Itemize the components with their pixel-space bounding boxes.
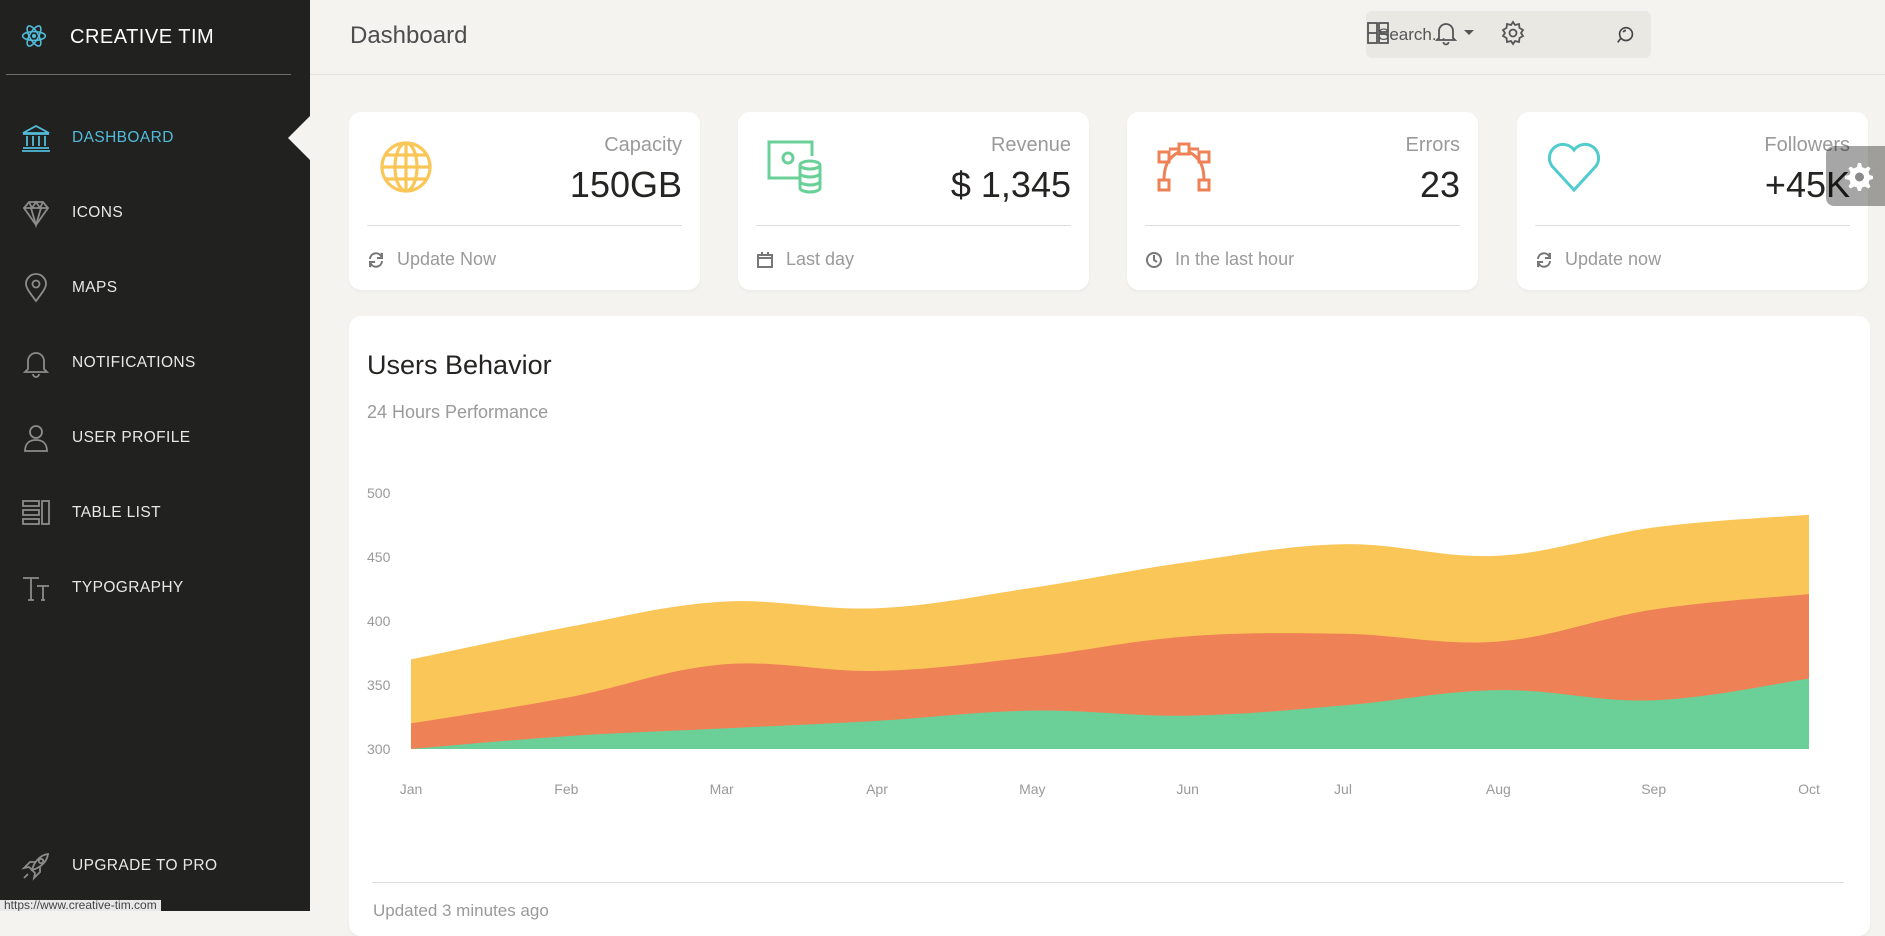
cog-icon [1845, 163, 1873, 191]
sidebar: CREATIVE TIM DASHBOARD ICONS MAPS NOTIFI… [0, 0, 310, 911]
stat-footer[interactable]: Update now [1535, 249, 1661, 270]
y-tick-label: 300 [367, 741, 391, 757]
x-tick-label: Jan [400, 781, 423, 797]
stat-divider [756, 225, 1071, 226]
sidebar-item-typography[interactable]: TYPOGRAPHY [0, 550, 310, 625]
sidebar-item-label: USER PROFILE [72, 428, 191, 446]
page-title: Dashboard [350, 22, 468, 49]
layout-dashboard-icon[interactable] [1365, 20, 1391, 46]
x-tick-label: Aug [1486, 781, 1511, 797]
diamond-icon [22, 199, 50, 228]
chart-title: Users Behavior [367, 350, 552, 380]
bell-icon [22, 351, 50, 378]
search-icon[interactable] [1615, 24, 1637, 46]
table-list-icon [22, 499, 50, 525]
y-tick-label: 450 [367, 549, 391, 565]
chart-subtitle: 24 Hours Performance [367, 402, 549, 422]
search-input[interactable] [1378, 11, 1608, 58]
sidebar-item-label: MAPS [72, 278, 118, 296]
stat-footer-text: Update Now [397, 249, 497, 269]
sidebar-item-label: ICONS [72, 203, 124, 221]
stat-value: $ 1,345 [950, 164, 1071, 205]
stat-card-capacity: Capacity 150GB Update Now [349, 112, 700, 290]
stat-footer[interactable]: Update Now [367, 249, 496, 270]
x-tick-label: May [1019, 781, 1045, 797]
browser-status-url: https://www.creative-tim.com [0, 900, 161, 911]
heart-icon [1547, 142, 1601, 193]
user-icon [24, 424, 48, 452]
sidebar-item-label: TYPOGRAPHY [72, 578, 184, 596]
stat-card-revenue: Revenue $ 1,345 Last day [738, 112, 1089, 290]
users-behavior-chart: 300 350 400 450 500 Jan Feb Mar Apr May Jun Jul Aug S… [367, 485, 1820, 797]
stat-card-followers: Followers +45K Update now [1517, 112, 1868, 290]
users-behavior-card: Users Behavior 24 Hours Performance 300 3… [349, 316, 1870, 936]
stat-footer-text: In the last hour [1175, 249, 1295, 269]
brand-name: CREATIVE TIM [70, 26, 215, 48]
brand[interactable]: CREATIVE TIM [0, 0, 310, 74]
stat-value: 150GB [569, 164, 682, 205]
stat-category: Capacity [604, 134, 682, 156]
sidebar-item-maps[interactable]: MAPS [0, 250, 310, 325]
money-coins-icon [767, 140, 822, 194]
typography-icon [23, 576, 49, 601]
x-tick-label: Apr [866, 781, 888, 797]
refresh-icon [1537, 251, 1551, 268]
chart-divider [372, 882, 1844, 883]
active-indicator [288, 115, 310, 160]
x-tick-label: Sep [1641, 781, 1666, 797]
stat-footer[interactable]: Last day [756, 249, 854, 270]
sidebar-item-user-profile[interactable]: USER PROFILE [0, 400, 310, 475]
stat-footer-text: Last day [786, 249, 855, 269]
sidebar-item-table-list[interactable]: TABLE LIST [0, 475, 310, 550]
top-navbar: Dashboard [310, 0, 1885, 75]
x-tick-label: Jul [1334, 781, 1352, 797]
bank-icon [22, 124, 50, 152]
stat-card-errors: Errors 23 In the last hour [1127, 112, 1478, 290]
gear-icon[interactable] [1500, 20, 1526, 46]
sidebar-divider [6, 74, 291, 75]
stat-divider [367, 225, 682, 226]
sidebar-item-dashboard[interactable]: DASHBOARD [0, 100, 310, 175]
upgrade-label: UPGRADE TO PRO [72, 856, 218, 874]
y-tick-label: 500 [367, 485, 391, 501]
clock-icon [1146, 251, 1162, 268]
chart-footer: Updated 3 minutes ago [373, 901, 549, 921]
calendar-icon [757, 251, 773, 268]
fixed-plugin-settings[interactable] [1826, 146, 1885, 206]
x-tick-label: Feb [554, 781, 578, 797]
refresh-icon [369, 251, 383, 268]
react-logo-icon [21, 25, 47, 47]
map-pin-icon [25, 272, 47, 302]
stat-category: Errors [1405, 134, 1460, 156]
stat-category: Revenue [990, 134, 1071, 156]
sidebar-item-icons[interactable]: ICONS [0, 175, 310, 250]
stat-value: 23 [1419, 164, 1460, 205]
stat-divider [1145, 225, 1460, 226]
vector-icon [1157, 142, 1211, 192]
y-tick-label: 350 [367, 677, 391, 693]
y-tick-label: 400 [367, 613, 391, 629]
x-tick-label: Oct [1798, 781, 1820, 797]
sidebar-item-label: DASHBOARD [72, 128, 174, 146]
x-tick-label: Mar [710, 781, 734, 797]
sidebar-item-label: NOTIFICATIONS [72, 353, 196, 371]
stat-footer-text: Update now [1565, 249, 1662, 269]
globe-icon [380, 141, 432, 193]
chart-footer-text: Updated 3 minutes ago [373, 901, 549, 920]
stat-divider [1535, 225, 1850, 226]
x-tick-label: Jun [1176, 781, 1199, 797]
sidebar-nav: DASHBOARD ICONS MAPS NOTIFICATIONS USER … [0, 100, 310, 625]
rocket-icon [21, 852, 50, 881]
sidebar-item-notifications[interactable]: NOTIFICATIONS [0, 325, 310, 400]
notification-bell-icon[interactable] [1433, 20, 1459, 46]
stat-footer[interactable]: In the last hour [1145, 249, 1294, 270]
chevron-down-icon[interactable] [1464, 30, 1474, 35]
sidebar-item-label: TABLE LIST [72, 503, 161, 521]
upgrade-to-pro-link[interactable]: UPGRADE TO PRO [0, 828, 310, 903]
